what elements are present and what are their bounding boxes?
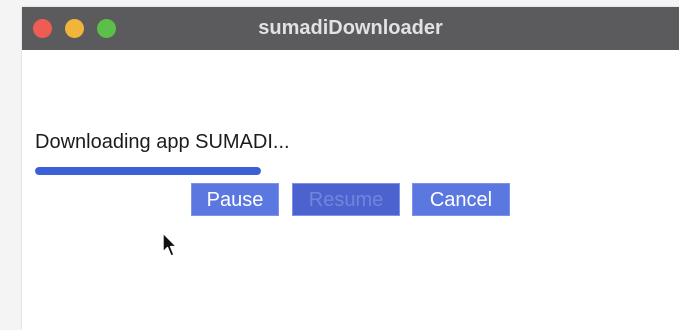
app-window: sumadiDownloader Downloading app SUMADI.… [22,7,679,330]
mouse-pointer-icon [162,232,178,257]
progress-bar-fill [35,167,261,175]
cancel-button[interactable]: Cancel [412,183,510,216]
download-progress-bar [35,167,261,175]
download-status-text: Downloading app SUMADI... [35,131,290,153]
resume-button[interactable]: Resume [292,183,400,216]
window-title: sumadiDownloader [258,17,443,39]
titlebar[interactable]: sumadiDownloader [22,7,679,50]
pause-button[interactable]: Pause [191,183,279,216]
